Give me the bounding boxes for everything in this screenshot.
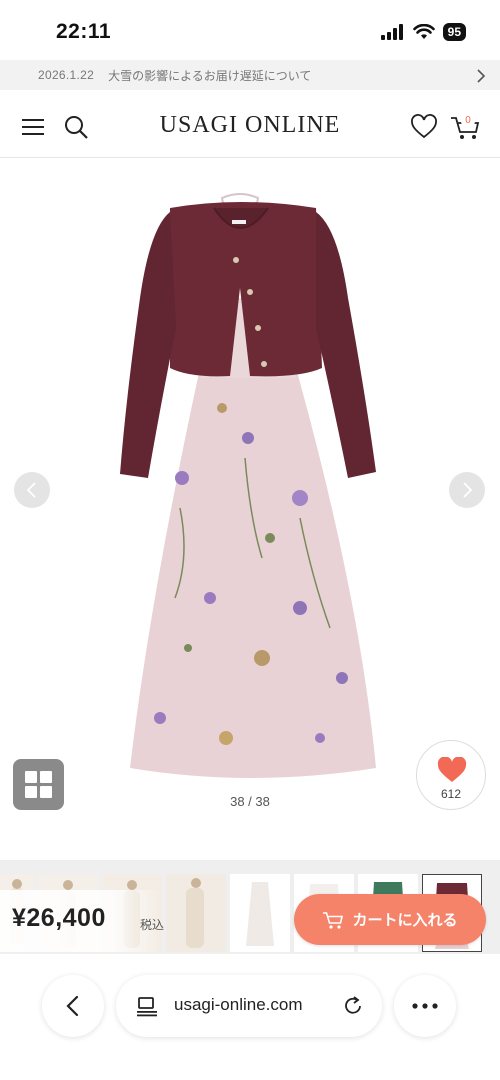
- next-image-button[interactable]: [449, 472, 485, 508]
- tabs-icon: [137, 997, 157, 1017]
- wifi-icon: [412, 24, 435, 39]
- site-header: USAGI ONLINE: [0, 94, 500, 158]
- cart-count-badge: 0: [461, 114, 475, 128]
- heart-icon: [437, 757, 467, 782]
- signal-icon: [380, 24, 403, 40]
- page: 22:11 95 2026.1.22 大雪の影響によるお届け遅延について USA…: [0, 0, 500, 1080]
- chevron-right-icon: [463, 482, 473, 498]
- back-button[interactable]: [42, 975, 104, 1037]
- reload-icon[interactable]: [342, 995, 364, 1017]
- product-image: [120, 193, 376, 778]
- address-bar[interactable]: usagi-online.com: [116, 975, 382, 1037]
- more-icon: [412, 1003, 438, 1009]
- back-icon: [66, 995, 79, 1017]
- battery-indicator: 95: [442, 23, 466, 41]
- notice-bar[interactable]: 2026.1.22 大雪の影響によるお届け遅延について: [0, 60, 500, 90]
- status-icons: 95: [380, 23, 466, 41]
- image-counter: 38 / 38: [230, 794, 270, 809]
- notice-text: 大雪の影響によるお届け遅延について: [108, 68, 312, 83]
- product-price: ¥26,400: [12, 904, 106, 932]
- status-time: 22:11: [56, 20, 112, 43]
- cart-icon: [323, 911, 344, 929]
- add-to-cart-label: カートに入れる: [352, 912, 458, 929]
- chevron-left-icon: [26, 482, 36, 498]
- purchase-bar: ¥26,400 税込 カートに入れる: [0, 890, 500, 952]
- status-bar: 22:11 95: [0, 0, 500, 62]
- heart-icon[interactable]: [410, 114, 438, 140]
- more-button[interactable]: [394, 975, 456, 1037]
- url-text: usagi-online.com: [174, 995, 303, 1014]
- product-image-gallery[interactable]: 612 38 / 38: [0, 158, 500, 858]
- add-to-cart-button[interactable]: カートに入れる: [294, 894, 486, 945]
- previous-image-button[interactable]: [14, 472, 50, 508]
- chevron-right-icon: [477, 69, 486, 83]
- notice-date: 2026.1.22: [38, 68, 95, 82]
- tax-label: 税込: [140, 918, 165, 932]
- browser-toolbar: usagi-online.com: [0, 954, 500, 1080]
